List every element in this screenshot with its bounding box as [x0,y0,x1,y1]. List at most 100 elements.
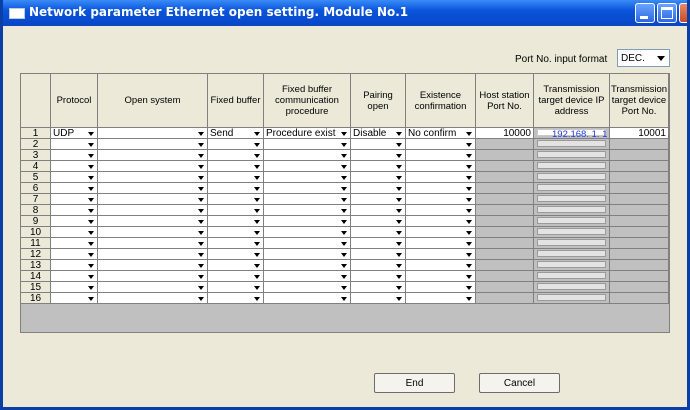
target-port-field[interactable] [610,238,669,249]
target-ip-button[interactable] [537,272,606,279]
existence-select[interactable] [406,227,476,238]
open-system-select[interactable] [98,238,208,249]
pairing-open-select[interactable] [351,139,406,150]
pairing-open-select[interactable] [351,249,406,260]
fixed-buffer-select[interactable] [208,161,264,172]
protocol-select[interactable] [51,216,98,227]
fb-procedure-select[interactable]: Procedure exist [264,128,351,139]
target-port-field[interactable] [610,282,669,293]
fixed-buffer-select[interactable] [208,150,264,161]
open-system-select[interactable] [98,161,208,172]
fb-procedure-select[interactable] [264,282,351,293]
end-button[interactable]: End [374,373,455,393]
pairing-open-select[interactable] [351,161,406,172]
pairing-open-select[interactable] [351,282,406,293]
existence-select[interactable] [406,161,476,172]
existence-select[interactable] [406,139,476,150]
target-port-field[interactable] [610,172,669,183]
host-port-field[interactable] [476,249,534,260]
target-port-field[interactable] [610,216,669,227]
target-ip-button[interactable] [537,195,606,202]
open-system-select[interactable] [98,172,208,183]
host-port-field[interactable] [476,161,534,172]
target-ip-button[interactable]: 192.168. 1. 1 [537,129,607,140]
target-ip-button[interactable] [537,184,606,191]
pairing-open-select[interactable] [351,227,406,238]
pairing-open-select[interactable] [351,238,406,249]
host-port-field[interactable] [476,183,534,194]
target-ip-button[interactable] [537,228,606,235]
target-port-field[interactable] [610,139,669,150]
existence-select[interactable] [406,183,476,194]
open-system-select[interactable] [98,150,208,161]
fixed-buffer-select[interactable] [208,216,264,227]
target-port-field[interactable]: 10001 [610,128,669,139]
pairing-open-select[interactable] [351,183,406,194]
fixed-buffer-select[interactable]: Send [208,128,264,139]
existence-select[interactable] [406,205,476,216]
maximize-button[interactable] [657,3,677,23]
existence-select[interactable] [406,260,476,271]
open-system-select[interactable] [98,271,208,282]
target-port-field[interactable] [610,293,669,304]
fb-procedure-select[interactable] [264,194,351,205]
open-system-select[interactable] [98,260,208,271]
target-ip-button[interactable] [537,283,606,290]
protocol-select[interactable] [51,293,98,304]
protocol-select[interactable] [51,249,98,260]
pairing-open-select[interactable] [351,271,406,282]
open-system-select[interactable] [98,293,208,304]
existence-select[interactable] [406,172,476,183]
fixed-buffer-select[interactable] [208,227,264,238]
protocol-select[interactable] [51,172,98,183]
host-port-field[interactable] [476,194,534,205]
fb-procedure-select[interactable] [264,172,351,183]
open-system-select[interactable] [98,128,208,139]
existence-select[interactable] [406,150,476,161]
fb-procedure-select[interactable] [264,183,351,194]
host-port-field[interactable] [476,139,534,150]
fixed-buffer-select[interactable] [208,249,264,260]
protocol-select[interactable] [51,238,98,249]
host-port-field[interactable] [476,172,534,183]
fb-procedure-select[interactable] [264,139,351,150]
protocol-select[interactable] [51,194,98,205]
existence-select[interactable] [406,271,476,282]
fixed-buffer-select[interactable] [208,194,264,205]
fixed-buffer-select[interactable] [208,139,264,150]
protocol-select[interactable] [51,282,98,293]
fb-procedure-select[interactable] [264,260,351,271]
open-system-select[interactable] [98,282,208,293]
open-system-select[interactable] [98,194,208,205]
minimize-button[interactable] [635,3,655,23]
fixed-buffer-select[interactable] [208,183,264,194]
target-port-field[interactable] [610,183,669,194]
port-format-select[interactable]: DEC. [617,49,670,67]
target-port-field[interactable] [610,260,669,271]
existence-select[interactable] [406,194,476,205]
fb-procedure-select[interactable] [264,150,351,161]
pairing-open-select[interactable] [351,194,406,205]
open-system-select[interactable] [98,205,208,216]
target-ip-button[interactable] [537,217,606,224]
target-port-field[interactable] [610,150,669,161]
pairing-open-select[interactable] [351,216,406,227]
fb-procedure-select[interactable] [264,271,351,282]
target-ip-button[interactable] [537,250,606,257]
fixed-buffer-select[interactable] [208,271,264,282]
pairing-open-select[interactable]: Disable [351,128,406,139]
protocol-select[interactable] [51,150,98,161]
host-port-field[interactable]: 10000 [476,128,534,139]
fb-procedure-select[interactable] [264,227,351,238]
existence-select[interactable] [406,282,476,293]
existence-select[interactable]: No confirm [406,128,476,139]
protocol-select[interactable] [51,227,98,238]
target-ip-button[interactable] [537,239,606,246]
target-port-field[interactable] [610,161,669,172]
existence-select[interactable] [406,238,476,249]
pairing-open-select[interactable] [351,172,406,183]
cancel-button[interactable]: Cancel [479,373,560,393]
existence-select[interactable] [406,216,476,227]
title-bar[interactable]: Network parameter Ethernet open setting.… [3,0,687,26]
existence-select[interactable] [406,293,476,304]
